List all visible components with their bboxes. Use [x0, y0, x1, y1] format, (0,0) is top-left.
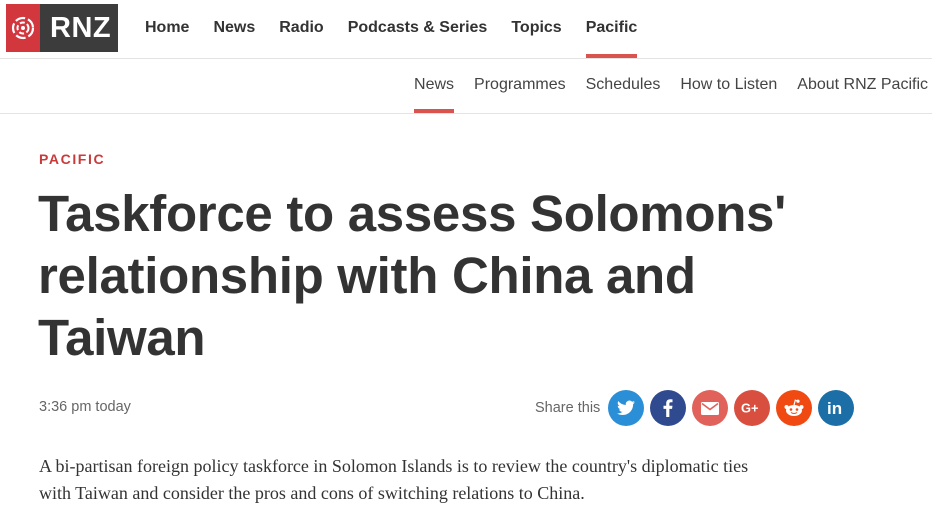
- sub-navigation: News Programmes Schedules How to Listen …: [0, 59, 932, 114]
- subnav-about-rnz-pacific[interactable]: About RNZ Pacific: [797, 59, 928, 113]
- article-lead: A bi-partisan foreign policy taskforce i…: [39, 453, 839, 507]
- subnav-how-to-listen[interactable]: How to Listen: [680, 59, 777, 113]
- headline-line: Taskforce to assess Solomons': [38, 185, 786, 242]
- rnz-logo-mark-icon: [6, 4, 40, 52]
- nav-pacific[interactable]: Pacific: [585, 0, 637, 58]
- nav-radio[interactable]: Radio: [279, 0, 323, 58]
- section-label[interactable]: PACIFIC: [39, 151, 105, 167]
- logo-text: RNZ: [50, 11, 112, 44]
- twitter-icon: [617, 400, 636, 416]
- linkedin-icon: in: [827, 400, 842, 416]
- google-plus-share-button[interactable]: G+: [734, 390, 771, 426]
- nav-home[interactable]: Home: [145, 0, 189, 58]
- email-icon: [701, 401, 720, 415]
- subnav-programmes[interactable]: Programmes: [474, 59, 566, 113]
- rnz-logo[interactable]: RNZ: [6, 4, 118, 52]
- nav-news[interactable]: News: [213, 0, 255, 58]
- reddit-share-button[interactable]: [776, 390, 813, 426]
- publish-time: 3:36 pm today: [39, 399, 131, 415]
- linkedin-share-button[interactable]: in: [818, 390, 855, 426]
- svg-text:in: in: [827, 400, 842, 416]
- reddit-icon: [784, 399, 804, 416]
- subnav-news[interactable]: News: [414, 59, 455, 113]
- share-bar: Share this G+ in: [535, 390, 860, 426]
- share-label: Share this: [535, 400, 601, 416]
- google-plus-icon: G+: [741, 401, 758, 415]
- nav-podcasts-series[interactable]: Podcasts & Series: [348, 0, 488, 58]
- headline-line: relationship with China and: [38, 247, 696, 304]
- facebook-share-button[interactable]: [650, 390, 687, 426]
- article-headline: Taskforce to assess Solomons' relationshi…: [38, 183, 878, 369]
- lead-line: A bi-partisan foreign policy taskforce i…: [39, 456, 749, 476]
- subnav-schedules[interactable]: Schedules: [586, 59, 661, 113]
- nav-topics[interactable]: Topics: [511, 0, 561, 58]
- email-share-button[interactable]: [692, 390, 729, 426]
- lead-line: with Taiwan and consider the pros and co…: [39, 483, 585, 503]
- top-navigation: RNZ Home News Radio Podcasts & Series To…: [0, 0, 932, 59]
- facebook-icon: [663, 399, 673, 417]
- twitter-share-button[interactable]: [608, 390, 645, 426]
- main-nav: Home News Radio Podcasts & Series Topics…: [145, 0, 661, 58]
- svg-text:G+: G+: [741, 401, 758, 415]
- headline-line: Taiwan: [38, 309, 206, 366]
